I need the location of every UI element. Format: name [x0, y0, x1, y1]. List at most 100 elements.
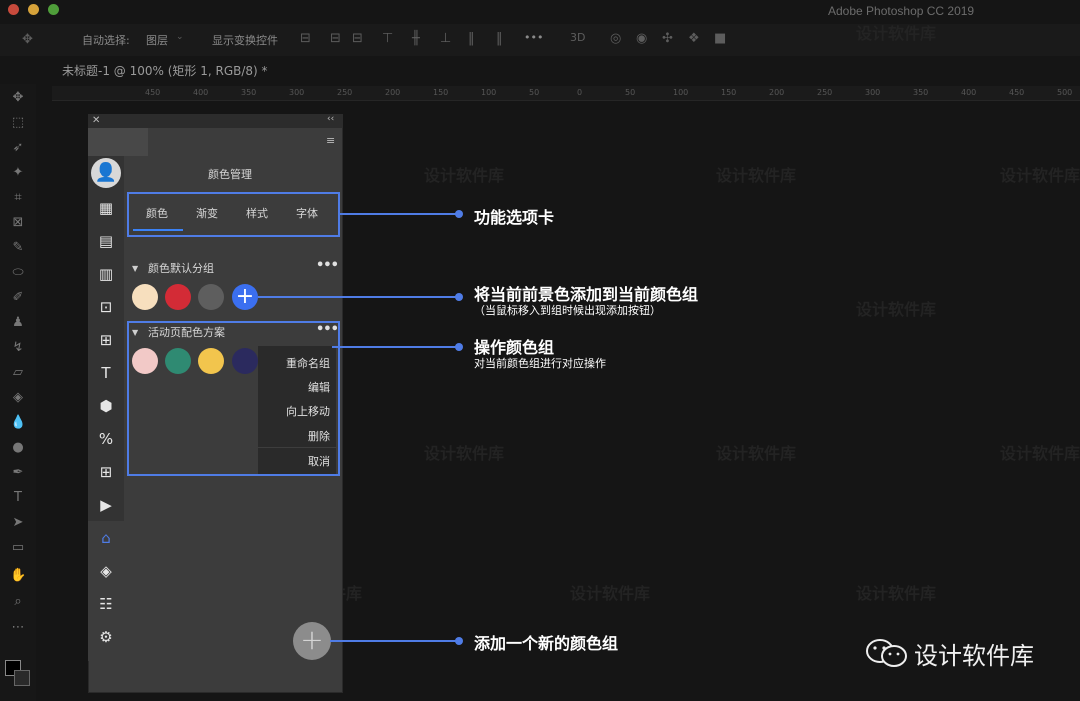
align-bottom-icon[interactable]: ⊥ [440, 31, 451, 46]
hand-icon[interactable]: ✋ [10, 568, 26, 584]
percent-icon[interactable]: % [96, 429, 116, 449]
frame-icon[interactable]: ⊠ [10, 215, 26, 231]
brush-icon[interactable]: ✐ [10, 290, 26, 306]
watermark: 设计软件库 [570, 584, 651, 603]
artboard-icon[interactable]: ⊡ [96, 297, 116, 317]
callout-operate-sub: 对当前颜色组进行对应操作 [474, 357, 606, 370]
ruler-tick-label: 150 [721, 88, 737, 97]
menu-divider [258, 447, 336, 448]
align-center-icon[interactable]: ⊟ [330, 31, 341, 46]
zoom-window-button[interactable] [48, 4, 59, 15]
callout-dot [455, 637, 463, 645]
columns-icon[interactable]: ▥ [96, 264, 116, 284]
lasso-icon[interactable]: ➶ [10, 140, 26, 156]
collapse-arrow-icon[interactable]: ▼ [132, 264, 138, 273]
healing-brush-icon[interactable]: ⬭ [10, 265, 26, 281]
color-palette-icon[interactable]: ⌂ [96, 528, 116, 548]
add-box-icon[interactable]: ⊞ [96, 462, 116, 482]
menu-item-rename[interactable]: 重命名组 [258, 355, 336, 371]
color-swatch[interactable] [132, 284, 158, 310]
paint-bucket-icon[interactable]: ◈ [10, 390, 26, 406]
close-icon[interactable]: ✕ [92, 115, 100, 126]
layer-select-dropdown[interactable]: 图层 [146, 32, 168, 48]
panel-tab[interactable] [88, 128, 148, 156]
menu-item-move-up[interactable]: 向上移动 [258, 403, 336, 419]
color-swatch[interactable] [132, 348, 158, 374]
align-middle-icon[interactable]: ╫ [412, 31, 420, 46]
panel-menu-icon[interactable]: ≡ [326, 134, 335, 147]
scale-3d-icon[interactable]: ■ [714, 31, 726, 46]
menu-item-delete[interactable]: 删除 [258, 428, 336, 444]
ruler-tick-label: 300 [865, 88, 881, 97]
color-swatch[interactable] [198, 348, 224, 374]
align-right-icon[interactable]: ⊟ [352, 31, 363, 46]
ruler-tick-label: 50 [625, 88, 636, 97]
add-color-button[interactable]: + [232, 284, 258, 310]
roll-icon[interactable]: ◉ [636, 31, 647, 46]
more-options-button[interactable]: ••• [524, 31, 543, 44]
minimize-window-button[interactable] [28, 4, 39, 15]
ruler-tick-label: 200 [385, 88, 401, 97]
align-top-icon[interactable]: ⊤ [382, 31, 393, 46]
rectangle-icon[interactable]: ▭ [10, 540, 26, 556]
history-brush-icon[interactable]: ↯ [10, 340, 26, 356]
image-search-icon[interactable]: ⊞ [96, 330, 116, 350]
slide-icon[interactable]: ❖ [688, 31, 700, 46]
collapse-arrow-icon[interactable]: ▼ [132, 328, 138, 337]
video-icon[interactable]: ▶ [96, 495, 116, 515]
wechat-logo-icon [866, 639, 907, 667]
callout-line [340, 213, 458, 215]
add-group-button[interactable]: + [293, 622, 331, 660]
close-window-button[interactable] [8, 4, 19, 15]
menu-item-cancel[interactable]: 取消 [258, 453, 336, 469]
eyedropper-icon[interactable]: ✎ [10, 240, 26, 256]
cube-icon[interactable]: ⬢ [96, 396, 116, 416]
pen-icon[interactable]: ✒ [10, 465, 26, 481]
menu-item-edit[interactable]: 编辑 [258, 379, 336, 395]
layers-icon[interactable]: ◈ [96, 561, 116, 581]
background-color-swatch[interactable] [14, 670, 30, 686]
color-swatch[interactable] [165, 348, 191, 374]
panel-header [88, 114, 343, 128]
layout-icon[interactable]: ▤ [96, 231, 116, 251]
distribute-icon[interactable]: ‖ [468, 31, 475, 46]
align-left-icon[interactable]: ⊟ [300, 31, 311, 46]
dodge-icon[interactable]: ● [10, 440, 26, 456]
magic-wand-icon[interactable]: ✦ [10, 165, 26, 181]
callout-dot [455, 210, 463, 218]
ruler-tick-label: 0 [577, 88, 583, 97]
panel-title: 颜色管理 [208, 168, 252, 181]
blur-icon[interactable]: 💧 [10, 415, 26, 431]
orbit-icon[interactable]: ◎ [610, 31, 621, 46]
group-more-button[interactable]: ••• [316, 258, 339, 273]
pan-icon[interactable]: ✣ [662, 31, 673, 46]
watermark: 设计软件库 [424, 166, 505, 185]
chevron-down-icon: ⌄ [176, 32, 184, 42]
collapse-icon[interactable]: ‹‹ [327, 114, 334, 124]
text-icon[interactable]: T [96, 363, 116, 383]
color-swatch[interactable] [198, 284, 224, 310]
callout-line [330, 640, 458, 642]
distribute-v-icon[interactable]: ‖ [496, 31, 503, 46]
marquee-icon[interactable]: ⬚ [10, 115, 26, 131]
move-tool-icon[interactable]: ✥ [22, 32, 33, 47]
crop-icon[interactable]: ⌗ [10, 190, 26, 206]
settings-icon[interactable]: ⚙ [96, 627, 116, 647]
color-swatch[interactable] [165, 284, 191, 310]
document-tab[interactable]: 未标题-1 @ 100% (矩形 1, RGB/8) * [62, 62, 268, 79]
grid-icon[interactable]: ▦ [96, 198, 116, 218]
color-swatch[interactable] [232, 348, 258, 374]
group-more-button[interactable]: ••• [316, 322, 339, 337]
stamp-icon[interactable]: ♟ [10, 315, 26, 331]
ruler-tick-label: 350 [241, 88, 257, 97]
show-transform-checkbox[interactable]: 显示变换控件 [212, 32, 278, 48]
watermark: 设计软件库 [1000, 444, 1080, 463]
more-tools-icon[interactable]: ⋯ [10, 620, 26, 636]
path-selection-icon[interactable]: ➤ [10, 515, 26, 531]
guides-icon[interactable]: ☷ [96, 594, 116, 614]
type-icon[interactable]: T [10, 490, 26, 506]
move-icon[interactable]: ✥ [10, 90, 26, 106]
eraser-icon[interactable]: ▱ [10, 365, 26, 381]
avatar[interactable]: 👤 [91, 158, 121, 188]
zoom-icon[interactable]: ⌕ [10, 594, 26, 610]
